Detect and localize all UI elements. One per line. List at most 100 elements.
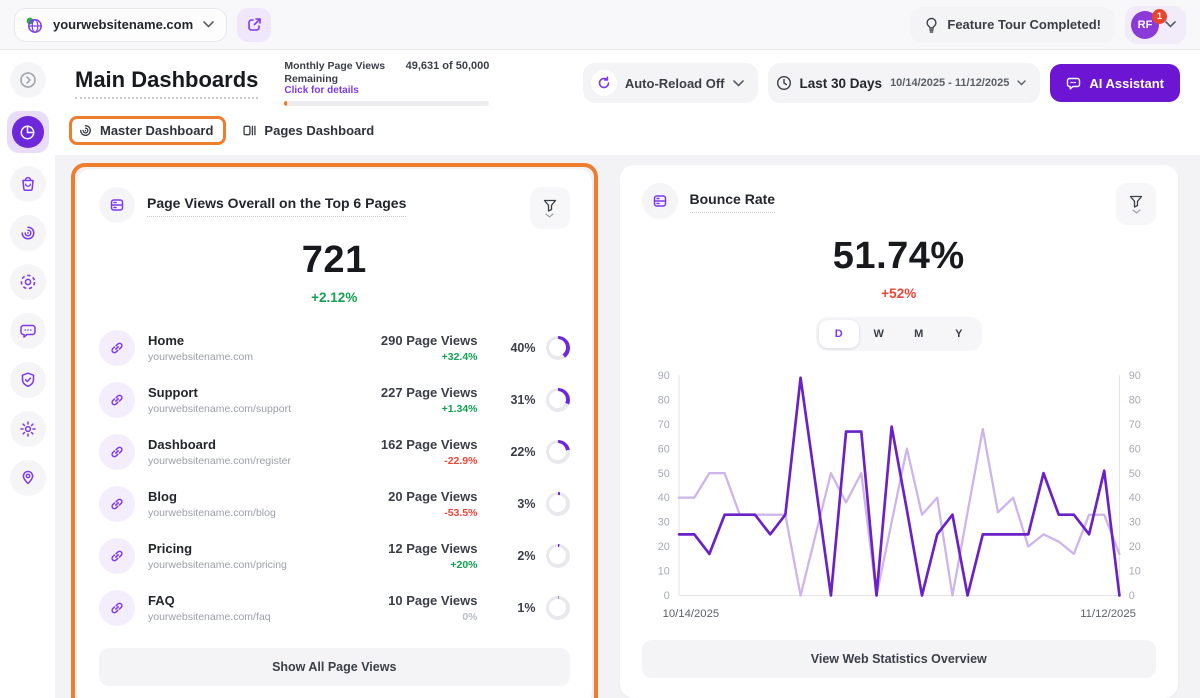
date-range-value: 10/14/2025 - 11/12/2025 bbox=[890, 77, 1009, 89]
svg-text:10/14/2025: 10/14/2025 bbox=[662, 608, 719, 620]
sidebar-item-locations[interactable] bbox=[10, 460, 46, 496]
chevron-down-icon bbox=[1165, 21, 1176, 28]
auto-reload-dropdown[interactable]: Auto-Reload Off bbox=[583, 63, 758, 103]
svg-text:60: 60 bbox=[1128, 443, 1140, 455]
chevron-down-icon bbox=[1132, 209, 1141, 214]
dashboard-tabs: Master Dashboard Pages Dashboard bbox=[55, 110, 1200, 155]
page-views-card: Page Views Overall on the Top 6 Pages 72… bbox=[77, 169, 592, 698]
svg-text:40: 40 bbox=[1128, 492, 1140, 504]
page-views-list: Homeyourwebsitename.com 290 Page Views+3… bbox=[99, 323, 570, 632]
page-row-home[interactable]: Homeyourwebsitename.com 290 Page Views+3… bbox=[99, 323, 570, 372]
page-title: Main Dashboards bbox=[75, 67, 258, 99]
card-title: Bounce Rate bbox=[690, 191, 776, 213]
sidebar-item-dashboards[interactable] bbox=[7, 111, 49, 153]
svg-text:80: 80 bbox=[657, 395, 669, 407]
donut-indicator bbox=[546, 544, 570, 568]
external-link-icon bbox=[247, 17, 262, 32]
widget-icon bbox=[99, 187, 135, 223]
donut-indicator bbox=[546, 492, 570, 516]
svg-text:70: 70 bbox=[1128, 419, 1140, 431]
tab-pages-dashboard[interactable]: Pages Dashboard bbox=[242, 123, 374, 138]
avatar: RF 1 bbox=[1131, 11, 1159, 39]
link-icon bbox=[99, 538, 135, 574]
svg-text:70: 70 bbox=[657, 419, 669, 431]
sidebar-item-feedback[interactable] bbox=[10, 313, 46, 349]
filter-button[interactable] bbox=[530, 187, 570, 229]
tab-master-dashboard[interactable]: Master Dashboard bbox=[78, 123, 213, 138]
view-web-statistics-button[interactable]: View Web Statistics Overview bbox=[642, 640, 1157, 678]
total-change: +2.12% bbox=[99, 290, 570, 305]
swirl-icon bbox=[19, 224, 37, 242]
bounce-rate-change: +52% bbox=[642, 286, 1157, 301]
quota-value: 49,631 of 50,000 bbox=[406, 60, 490, 72]
sidebar-item-recordings[interactable] bbox=[10, 264, 46, 300]
site-selector[interactable]: yourwebsitename.com bbox=[14, 8, 227, 42]
period-week[interactable]: W bbox=[859, 320, 899, 348]
svg-text:50: 50 bbox=[1128, 468, 1140, 480]
quota-details-link[interactable]: Click for details bbox=[284, 85, 489, 96]
svg-text:11/12/2025: 11/12/2025 bbox=[1080, 608, 1136, 620]
page-row-support[interactable]: Supportyourwebsitename.com/support 227 P… bbox=[99, 375, 570, 424]
sidebar-item-settings[interactable] bbox=[10, 411, 46, 447]
shield-check-icon bbox=[19, 371, 37, 389]
feature-tour-button[interactable]: Feature Tour Completed! bbox=[910, 7, 1115, 43]
date-range-label: Last 30 Days bbox=[800, 76, 883, 91]
sidebar-collapse-button[interactable] bbox=[10, 62, 46, 98]
annotation-box-master-tab: Master Dashboard bbox=[69, 116, 226, 145]
feature-tour-label: Feature Tour Completed! bbox=[947, 17, 1101, 32]
funnel-icon bbox=[543, 199, 557, 212]
svg-text:10: 10 bbox=[657, 566, 669, 578]
link-icon bbox=[99, 330, 135, 366]
page-row-pricing[interactable]: Pricingyourwebsitename.com/pricing 12 Pa… bbox=[99, 531, 570, 580]
page-row-dashboard[interactable]: Dashboardyourwebsitename.com/register 16… bbox=[99, 427, 570, 476]
link-icon bbox=[99, 486, 135, 522]
period-month[interactable]: M bbox=[899, 320, 939, 348]
date-range-picker[interactable]: Last 30 Days 10/14/2025 - 11/12/2025 bbox=[768, 63, 1041, 103]
bounce-rate-value: 51.74% bbox=[642, 235, 1157, 278]
quota-progress-bar bbox=[284, 101, 489, 106]
columns-icon bbox=[242, 123, 257, 138]
globe-icon bbox=[25, 16, 43, 34]
clock-icon bbox=[776, 75, 792, 91]
page-row-faq[interactable]: FAQyourwebsitename.com/faq 10 Page Views… bbox=[99, 583, 570, 632]
svg-text:60: 60 bbox=[657, 443, 669, 455]
sidebar-item-ecommerce[interactable] bbox=[10, 166, 46, 202]
svg-text:30: 30 bbox=[657, 517, 669, 529]
funnel-icon bbox=[1129, 195, 1143, 208]
svg-text:20: 20 bbox=[1128, 541, 1140, 553]
page-header: Main Dashboards Monthly Page Views Remai… bbox=[55, 50, 1200, 110]
svg-text:50: 50 bbox=[657, 468, 669, 480]
svg-text:40: 40 bbox=[657, 492, 669, 504]
gear-icon bbox=[19, 420, 37, 438]
tab-label: Master Dashboard bbox=[100, 123, 213, 138]
link-icon bbox=[99, 382, 135, 418]
ai-assistant-button[interactable]: AI Assistant bbox=[1050, 64, 1180, 102]
sidebar bbox=[0, 50, 55, 698]
period-year[interactable]: Y bbox=[939, 320, 979, 348]
account-menu[interactable]: RF 1 bbox=[1125, 6, 1186, 44]
site-name: yourwebsitename.com bbox=[53, 17, 193, 32]
sidebar-item-behaviour[interactable] bbox=[10, 215, 46, 251]
lightbulb-icon bbox=[924, 17, 939, 33]
chat-icon bbox=[1066, 76, 1081, 91]
open-site-button[interactable] bbox=[237, 8, 271, 42]
bounce-rate-chart: 0010102020303040405050606070708080909010… bbox=[642, 365, 1157, 624]
filter-button[interactable] bbox=[1116, 183, 1156, 225]
notification-badge: 1 bbox=[1152, 9, 1167, 24]
quota-progress-fill bbox=[284, 101, 287, 106]
swirl-icon bbox=[78, 123, 93, 138]
chevron-down-icon bbox=[545, 213, 554, 218]
shopping-bag-icon bbox=[19, 175, 37, 193]
svg-text:80: 80 bbox=[1128, 395, 1140, 407]
svg-text:90: 90 bbox=[657, 370, 669, 382]
chevron-down-icon bbox=[733, 80, 744, 87]
show-all-page-views-button[interactable]: Show All Page Views bbox=[99, 648, 570, 686]
line-chart: 0010102020303040405050606070708080909010… bbox=[642, 365, 1157, 624]
location-pin-icon bbox=[19, 469, 37, 487]
svg-text:90: 90 bbox=[1128, 370, 1140, 382]
collapse-arrow-icon bbox=[19, 71, 37, 89]
widget-icon bbox=[642, 183, 678, 219]
page-row-blog[interactable]: Blogyourwebsitename.com/blog 20 Page Vie… bbox=[99, 479, 570, 528]
sidebar-item-privacy[interactable] bbox=[10, 362, 46, 398]
period-day[interactable]: D bbox=[819, 320, 859, 348]
